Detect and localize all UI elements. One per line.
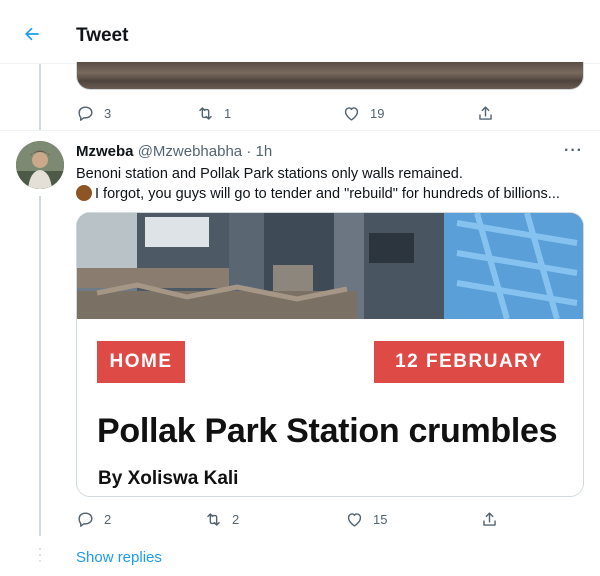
reply-button[interactable]: 2 xyxy=(76,507,204,531)
reply-count: 3 xyxy=(104,105,112,121)
like-count: 19 xyxy=(370,105,385,121)
share-button[interactable] xyxy=(476,101,516,125)
author-handle[interactable]: @Mzwebhabha xyxy=(138,143,242,160)
person-facepalming-emoji-icon xyxy=(76,185,92,201)
station-ruins-photo xyxy=(77,213,583,319)
more-options-button[interactable]: ··· xyxy=(564,142,583,160)
tweet-text: Benoni station and Pollak Park stations … xyxy=(76,164,596,204)
previous-tweet-actions: 3 1 19 xyxy=(76,101,516,125)
tweet-time[interactable]: 1h xyxy=(255,143,272,160)
card-photo xyxy=(77,213,583,319)
reply-icon xyxy=(78,105,93,121)
tweet-author-row: Mzweba @Mzwebhabha · 1h xyxy=(76,142,272,162)
retweet-count: 1 xyxy=(224,105,232,121)
card-tag-section: HOME xyxy=(97,341,185,383)
tweet-actions: 2 2 15 xyxy=(76,507,516,531)
card-body: HOME 12 FEBRUARY Pollak Park Station cru… xyxy=(77,319,583,496)
arrow-left-icon xyxy=(25,27,39,41)
like-button[interactable]: 19 xyxy=(342,101,476,125)
tweet-divider xyxy=(0,130,600,131)
share-button[interactable] xyxy=(480,507,516,531)
avatar[interactable] xyxy=(16,141,64,189)
page-title: Tweet xyxy=(76,25,129,46)
retweet-icon xyxy=(207,512,220,526)
back-button[interactable] xyxy=(18,20,46,48)
retweet-button[interactable]: 1 xyxy=(196,101,342,125)
tweet-text-line-2-wrap: I forgot, you guys will go to tender and… xyxy=(76,184,596,204)
separator-dot: · xyxy=(246,143,252,160)
reply-count: 2 xyxy=(104,511,112,527)
thread-line-bottom xyxy=(39,196,41,536)
previous-tweet-media[interactable] xyxy=(76,62,584,90)
thread-dots xyxy=(38,548,42,568)
show-replies-link[interactable]: Show replies xyxy=(76,548,162,568)
heart-icon xyxy=(344,106,359,121)
reply-icon xyxy=(78,511,93,527)
like-count: 15 xyxy=(373,511,388,527)
link-preview-card[interactable]: HOME 12 FEBRUARY Pollak Park Station cru… xyxy=(76,212,584,497)
retweet-icon xyxy=(199,106,212,120)
card-tag-date: 12 FEBRUARY xyxy=(374,341,564,383)
card-byline: By Xoliswa Kali xyxy=(98,468,239,489)
thread-line-top xyxy=(39,64,41,130)
heart-icon xyxy=(347,512,362,527)
reply-button[interactable]: 3 xyxy=(76,101,196,125)
avatar-image xyxy=(16,141,64,189)
retweet-button[interactable]: 2 xyxy=(204,507,345,531)
share-icon xyxy=(483,511,496,526)
share-icon xyxy=(479,105,492,120)
tweet-text-line-1: Benoni station and Pollak Park stations … xyxy=(76,166,463,182)
author-name[interactable]: Mzweba xyxy=(76,143,134,160)
like-button[interactable]: 15 xyxy=(345,507,480,531)
card-headline: Pollak Park Station crumbles xyxy=(97,412,558,450)
tweet-header: Tweet xyxy=(0,0,600,64)
retweet-count: 2 xyxy=(232,511,240,527)
tweet-text-line-2: I forgot, you guys will go to tender and… xyxy=(95,186,560,202)
